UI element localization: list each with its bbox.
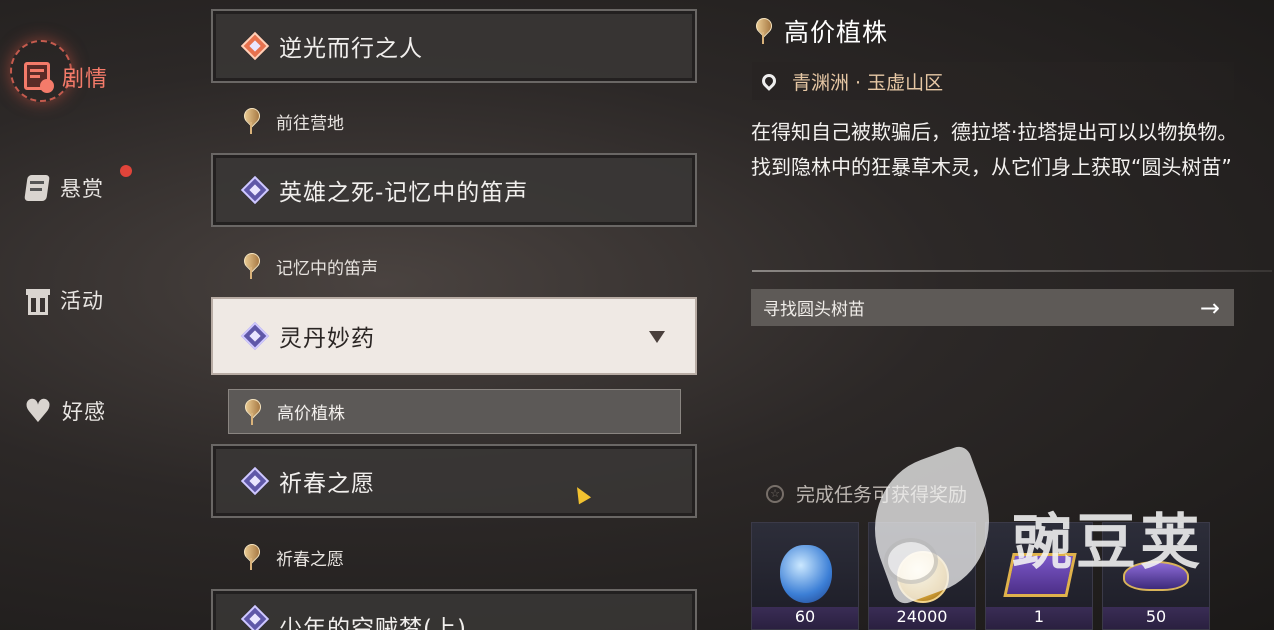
watermark-face-icon bbox=[884, 538, 938, 584]
quest-item[interactable]: 逆光而行之人 bbox=[211, 9, 697, 83]
reward-item[interactable]: 60 bbox=[751, 522, 859, 630]
location-pin-icon bbox=[759, 71, 779, 91]
objective-text: 寻找圆头树苗 bbox=[763, 300, 865, 320]
nav-activity[interactable]: 活动 bbox=[20, 275, 104, 325]
location-text: 青渊洲 · 玉虚山区 bbox=[792, 71, 944, 94]
nav-affinity-label: 好感 bbox=[62, 400, 106, 424]
quest-diamond-icon bbox=[240, 321, 270, 351]
detail-title: 高价植株 bbox=[784, 18, 889, 47]
quest-sub-label: 记忆中的笛声 bbox=[276, 258, 378, 279]
quest-marker-icon bbox=[240, 251, 262, 281]
quest-sub-label: 高价植株 bbox=[277, 404, 345, 424]
quest-marker-icon bbox=[240, 542, 262, 572]
quest-item[interactable]: 祈春之愿 bbox=[211, 444, 697, 518]
scroll-play-icon bbox=[20, 59, 56, 95]
gift-icon bbox=[20, 283, 54, 317]
detail-header: 高价植株 bbox=[752, 12, 888, 50]
reward-count: 24000 bbox=[869, 607, 975, 629]
quest-title: 灵丹妙药 bbox=[279, 326, 375, 352]
nav-activity-label: 活动 bbox=[60, 289, 104, 313]
location-bar: 青渊洲 · 玉虚山区 bbox=[752, 62, 1234, 100]
star-badge-icon: ☆ bbox=[766, 484, 784, 503]
notification-badge bbox=[120, 165, 132, 177]
reward-count: 60 bbox=[752, 607, 858, 629]
watermark-leaf-icon bbox=[853, 443, 1011, 607]
quest-title: 英雄之死-记忆中的笛声 bbox=[279, 180, 529, 206]
quest-sub-label: 前往营地 bbox=[276, 113, 344, 134]
nav-bounty-label: 悬赏 bbox=[60, 177, 104, 201]
quest-title: 少年的空贼梦(上) bbox=[279, 616, 467, 630]
nav-story-label: 剧情 bbox=[62, 67, 109, 92]
blue-potion-icon bbox=[780, 545, 832, 603]
quest-sub-item[interactable]: 前往营地 bbox=[240, 103, 344, 139]
quest-marker-icon bbox=[240, 106, 262, 136]
nav-story[interactable]: 剧情 bbox=[20, 52, 108, 102]
quest-item[interactable]: 少年的空贼梦(上) bbox=[211, 589, 697, 630]
quest-description: 在得知自己被欺骗后，德拉塔·拉塔提出可以以物换物。找到隐林中的狂暴草木灵，从它们… bbox=[751, 120, 1238, 179]
nav-bounty[interactable]: 悬赏 bbox=[20, 163, 132, 213]
nav-affinity[interactable]: ♥ 好感 bbox=[20, 386, 106, 436]
arrow-right-icon: → bbox=[1199, 293, 1220, 322]
quest-item[interactable]: 英雄之死-记忆中的笛声 bbox=[211, 153, 697, 227]
quest-sub-item-selected[interactable]: 高价植株 bbox=[228, 389, 681, 434]
quest-sub-label: 祈春之愿 bbox=[276, 549, 344, 570]
quest-title: 祈春之愿 bbox=[279, 471, 375, 497]
reward-count: 1 bbox=[986, 607, 1092, 629]
objective-button[interactable]: 寻找圆头树苗 → bbox=[751, 289, 1234, 326]
reward-count: 50 bbox=[1103, 607, 1209, 629]
watermark-text: 豌豆荚 bbox=[1012, 508, 1204, 578]
quest-diamond-icon bbox=[240, 466, 270, 496]
collapse-triangle-icon[interactable] bbox=[649, 331, 665, 343]
quest-diamond-icon bbox=[240, 604, 270, 630]
heart-icon: ♥ bbox=[23, 392, 53, 430]
quest-marker-icon bbox=[752, 16, 774, 46]
quest-item-expanded[interactable]: 灵丹妙药 bbox=[211, 297, 697, 375]
quest-diamond-icon bbox=[240, 31, 270, 61]
quest-diamond-icon bbox=[240, 175, 270, 205]
quest-sub-item[interactable]: 记忆中的笛声 bbox=[240, 248, 378, 284]
quest-sub-item[interactable]: 祈春之愿 bbox=[240, 539, 344, 575]
bounty-scroll-icon bbox=[20, 171, 54, 205]
quest-marker-icon bbox=[241, 397, 263, 427]
divider bbox=[752, 270, 1272, 272]
quest-title: 逆光而行之人 bbox=[279, 36, 423, 62]
watermark-logo: 豌豆荚 bbox=[853, 443, 1232, 607]
